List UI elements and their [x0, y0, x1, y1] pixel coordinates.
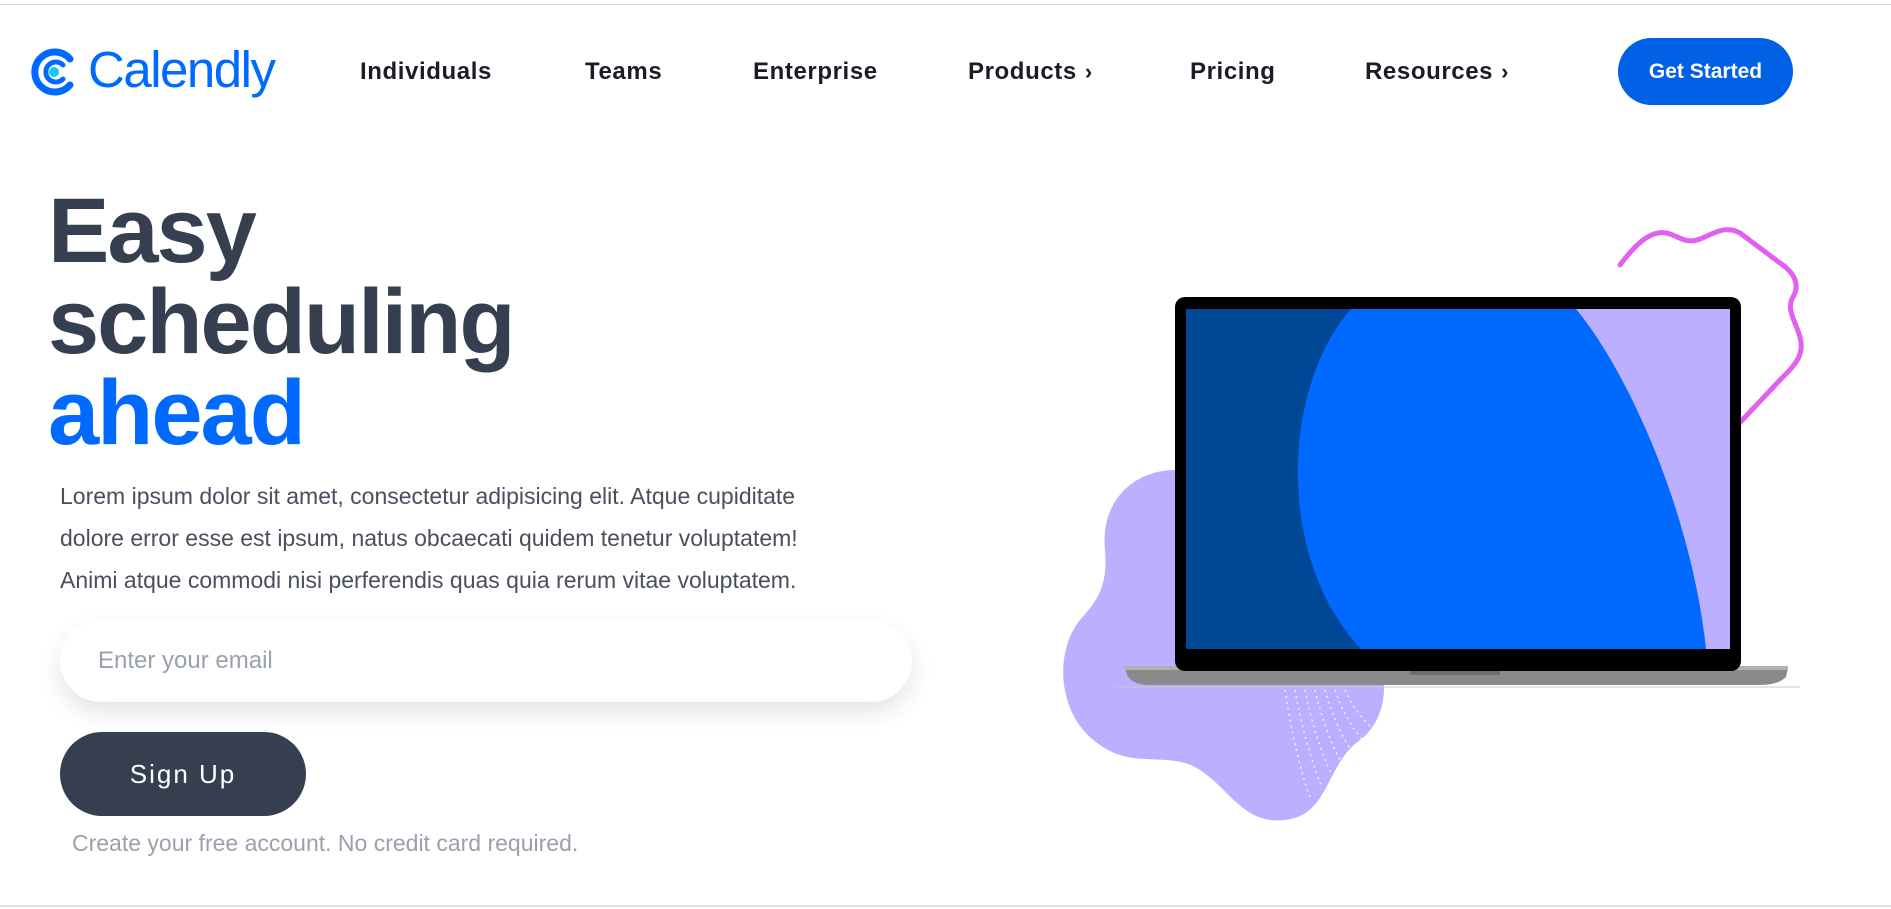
- email-field-wrapper: [60, 620, 912, 702]
- nav-pricing[interactable]: Pricing: [1190, 52, 1276, 92]
- nav-pricing-label: Pricing: [1190, 58, 1276, 85]
- calendly-logo-icon: [31, 48, 74, 96]
- laptop-illustration: [1063, 227, 1804, 821]
- nav-individuals[interactable]: Individuals: [360, 52, 492, 92]
- nav-individuals-label: Individuals: [360, 58, 492, 85]
- nav-enterprise-label: Enterprise: [753, 58, 878, 85]
- logo-text: Calendly: [88, 40, 276, 98]
- description-line: Animi atque commodi nisi perferendis qua…: [60, 567, 797, 593]
- nav-teams[interactable]: Teams: [585, 52, 662, 92]
- description-line: Lorem ipsum dolor sit amet, consectetur …: [60, 483, 796, 509]
- nav-products-label: Products: [968, 58, 1077, 85]
- bottom-border: [0, 905, 1891, 907]
- nav-products[interactable]: Products ›: [968, 52, 1093, 92]
- nav-teams-label: Teams: [585, 58, 663, 85]
- top-border: [0, 4, 1891, 5]
- headline-line-3: ahead: [48, 362, 306, 464]
- nav-enterprise[interactable]: Enterprise: [753, 52, 878, 92]
- hero-description: Lorem ipsum dolor sit amet, consectetur …: [60, 475, 900, 601]
- sign-up-button[interactable]: Sign Up: [60, 732, 306, 816]
- headline-line-2: scheduling: [48, 271, 516, 373]
- signup-note: Create your free account. No credit card…: [72, 830, 579, 856]
- calendly-logo[interactable]: Calendly: [26, 40, 276, 104]
- laptop-screen: [1186, 309, 1730, 649]
- headline-line-1: Easy: [48, 180, 257, 282]
- email-input[interactable]: [96, 646, 860, 676]
- hero-headline: Easy scheduling ahead: [48, 180, 516, 464]
- nav-resources[interactable]: Resources ›: [1365, 52, 1509, 92]
- get-started-button[interactable]: Get Started: [1618, 38, 1793, 105]
- description-line: dolore error esse est ipsum, natus obcae…: [60, 525, 798, 551]
- chevron-right-icon: ›: [1084, 59, 1093, 84]
- chevron-right-icon: ›: [1501, 59, 1510, 84]
- nav-resources-label: Resources: [1365, 58, 1494, 85]
